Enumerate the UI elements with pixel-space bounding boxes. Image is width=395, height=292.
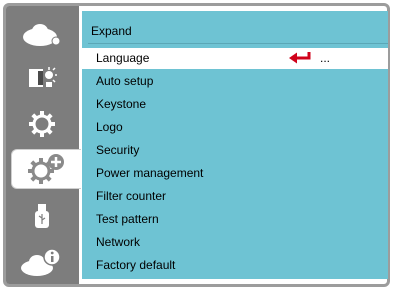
picture-icon	[22, 24, 60, 46]
sidebar-item-expand[interactable]	[11, 149, 81, 189]
menu-item-label: Network	[96, 235, 141, 249]
menu-item-label: Filter counter	[96, 189, 167, 203]
menu-item-test-pattern[interactable]: Test pattern	[82, 209, 388, 230]
menu-sidebar	[6, 6, 81, 284]
panel-title: Expand	[91, 24, 132, 38]
enter-arrow-icon[interactable]	[288, 51, 312, 65]
menu-item-language[interactable]: Language ...	[82, 48, 388, 69]
menu-item-label: Keystone	[96, 97, 147, 111]
sidebar-item-picture[interactable]	[10, 14, 73, 54]
usb-icon	[34, 204, 49, 228]
image-settings-icon	[28, 67, 57, 87]
menu-item-network[interactable]: Network	[82, 232, 388, 253]
menu-item-auto-setup[interactable]: Auto setup	[82, 71, 388, 92]
menu-item-label: Factory default	[96, 258, 176, 272]
menu-item-label: Power management	[96, 166, 204, 180]
setup-gear-icon	[28, 111, 55, 137]
menu-item-filter-counter[interactable]: Filter counter	[82, 186, 388, 207]
info-icon	[20, 248, 61, 276]
menu-item-keystone[interactable]: Keystone	[82, 94, 388, 115]
title-divider	[88, 43, 388, 44]
menu-item-label: Logo	[96, 120, 123, 134]
sidebar-item-image[interactable]	[10, 58, 73, 98]
sidebar-item-setup[interactable]	[10, 104, 73, 144]
menu-item-security[interactable]: Security	[82, 140, 388, 161]
menu-item-label: Test pattern	[96, 212, 159, 226]
expand-menu-panel: Expand Language ... Auto setup Keystone …	[82, 11, 388, 279]
menu-item-logo[interactable]: Logo	[82, 117, 388, 138]
menu-item-label: Auto setup	[96, 74, 154, 88]
menu-item-factory-default[interactable]: Factory default	[82, 255, 388, 276]
menu-item-power-management[interactable]: Power management	[82, 163, 388, 184]
projector-menu-window: Expand Language ... Auto setup Keystone …	[3, 3, 390, 287]
sidebar-item-info[interactable]	[10, 242, 73, 282]
menu-item-label: Language	[96, 51, 150, 65]
expand-gear-plus-icon	[27, 154, 64, 184]
language-value: ...	[320, 51, 331, 65]
menu-item-label: Security	[96, 143, 140, 157]
sidebar-item-usb[interactable]	[10, 196, 73, 236]
